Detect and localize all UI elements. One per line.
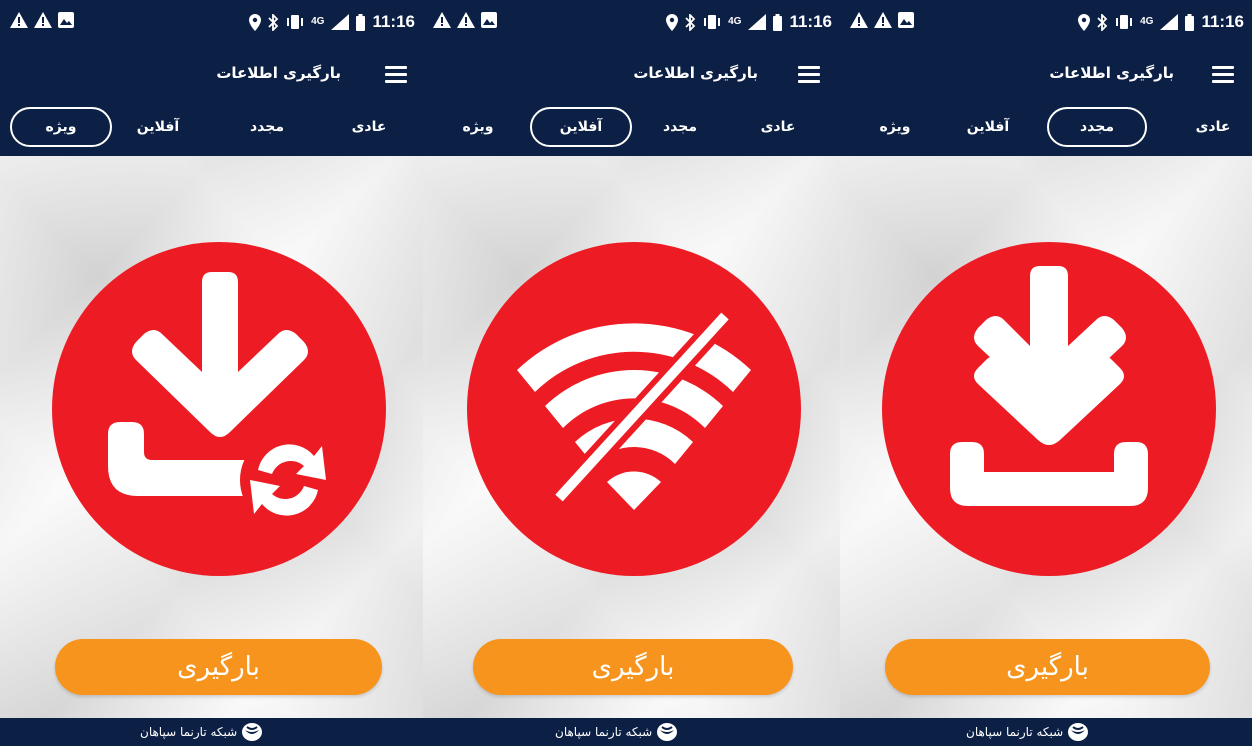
- screenshot-collage: 4G 11:16 بارگیری اطلاعات عادی مجدد آفلای…: [0, 0, 1252, 746]
- bluetooth-icon: [1097, 13, 1108, 31]
- location-icon: [249, 13, 262, 31]
- clock: 11:16: [789, 12, 832, 31]
- battery-icon: [773, 13, 783, 31]
- app-bar: بارگیری اطلاعات: [423, 47, 840, 101]
- app-bar-title: بارگیری اطلاعات: [633, 64, 758, 82]
- warning-icon: [10, 12, 28, 28]
- status-right-icons: 4G 11:16: [666, 12, 832, 32]
- status-left-icons: [850, 12, 914, 28]
- screen-1: 4G 11:16 بارگیری اطلاعات عادی مجدد آفلای…: [0, 0, 423, 746]
- tab-bar: عادی مجدد آفلاین ویژه: [423, 101, 840, 156]
- location-icon: [1078, 13, 1091, 31]
- vibrate-icon: [287, 15, 304, 29]
- tab-retry[interactable]: مجدد: [645, 107, 715, 147]
- status-right-icons: 4G 11:16: [249, 12, 415, 32]
- status-bar: 4G 11:16: [0, 0, 423, 47]
- tab-bar: عادی مجدد آفلاین ویژه: [0, 101, 423, 156]
- app-bar-title: بارگیری اطلاعات: [216, 64, 341, 82]
- company-logo-icon: [1068, 723, 1089, 741]
- screen-3: 4G 11:16 بارگیری اطلاعات عادی مجدد آفلای…: [840, 0, 1252, 746]
- content-area: بارگیری: [0, 156, 423, 718]
- tab-normal[interactable]: عادی: [743, 107, 813, 147]
- network-type: 4G: [728, 16, 742, 27]
- tab-bar: عادی مجدد آفلاین ویژه: [840, 101, 1252, 156]
- wifi-off-icon: [467, 242, 801, 576]
- menu-icon[interactable]: [385, 66, 407, 83]
- footer: شبکه تارنما سپاهان: [423, 718, 840, 746]
- footer: شبکه تارنما سپاهان: [840, 718, 1252, 746]
- warning-icon: [433, 12, 451, 28]
- tab-offline[interactable]: آفلاین: [948, 107, 1028, 147]
- signal-icon: [748, 14, 767, 30]
- bluetooth-icon: [268, 13, 279, 31]
- network-type: 4G: [311, 16, 325, 27]
- tab-special[interactable]: ویژه: [860, 107, 930, 147]
- warning-icon: [457, 12, 475, 28]
- tab-retry[interactable]: مجدد: [232, 107, 302, 147]
- content-area: بارگیری: [840, 156, 1252, 718]
- content-area: بارگیری: [423, 156, 840, 718]
- bluetooth-icon: [685, 13, 696, 31]
- clock: 11:16: [372, 12, 415, 31]
- footer-text: شبکه تارنما سپاهان: [555, 725, 653, 739]
- network-type: 4G: [1140, 16, 1154, 27]
- tab-normal[interactable]: عادی: [1178, 107, 1248, 147]
- footer: شبکه تارنما سپاهان: [0, 718, 423, 746]
- tab-normal[interactable]: عادی: [334, 107, 404, 147]
- signal-icon: [1160, 14, 1179, 30]
- app-bar: بارگیری اطلاعات: [840, 47, 1252, 101]
- battery-icon: [1185, 13, 1195, 31]
- download-tray-icon: [882, 242, 1216, 576]
- status-right-icons: 4G 11:16: [1078, 12, 1244, 32]
- status-left-icons: [433, 12, 497, 28]
- menu-icon[interactable]: [798, 66, 820, 83]
- warning-icon: [850, 12, 868, 28]
- battery-icon: [356, 13, 366, 31]
- app-bar: بارگیری اطلاعات: [0, 47, 423, 101]
- status-bar: 4G 11:16: [840, 0, 1252, 47]
- tab-special[interactable]: ویژه: [443, 107, 513, 147]
- status-bar: 4G 11:16: [423, 0, 840, 47]
- status-left-icons: [10, 12, 74, 28]
- signal-icon: [331, 14, 350, 30]
- footer-brand: شبکه تارنما سپاهان: [140, 722, 263, 742]
- tab-offline[interactable]: آفلاین: [530, 107, 632, 147]
- download-button[interactable]: بارگیری: [55, 639, 382, 695]
- footer-brand: شبکه تارنما سپاهان: [966, 722, 1089, 742]
- screen-2: 4G 11:16 بارگیری اطلاعات عادی مجدد آفلای…: [423, 0, 840, 746]
- footer-text: شبکه تارنما سپاهان: [140, 725, 238, 739]
- company-logo-icon: [242, 723, 263, 741]
- download-sync-icon: [52, 242, 386, 576]
- footer-text: شبکه تارنما سپاهان: [966, 725, 1064, 739]
- image-icon: [898, 12, 914, 28]
- warning-icon: [34, 12, 52, 28]
- tab-offline[interactable]: آفلاین: [118, 107, 198, 147]
- tab-retry[interactable]: مجدد: [1047, 107, 1147, 147]
- image-icon: [58, 12, 74, 28]
- location-icon: [666, 13, 679, 31]
- clock: 11:16: [1201, 12, 1244, 31]
- image-icon: [481, 12, 497, 28]
- app-bar-title: بارگیری اطلاعات: [1049, 64, 1174, 82]
- footer-brand: شبکه تارنما سپاهان: [555, 722, 678, 742]
- vibrate-icon: [1116, 15, 1133, 29]
- tab-special[interactable]: ویژه: [10, 107, 112, 147]
- company-logo-icon: [657, 723, 678, 741]
- warning-icon: [874, 12, 892, 28]
- menu-icon[interactable]: [1212, 66, 1234, 83]
- download-button[interactable]: بارگیری: [885, 639, 1210, 695]
- download-button[interactable]: بارگیری: [473, 639, 793, 695]
- vibrate-icon: [704, 15, 721, 29]
